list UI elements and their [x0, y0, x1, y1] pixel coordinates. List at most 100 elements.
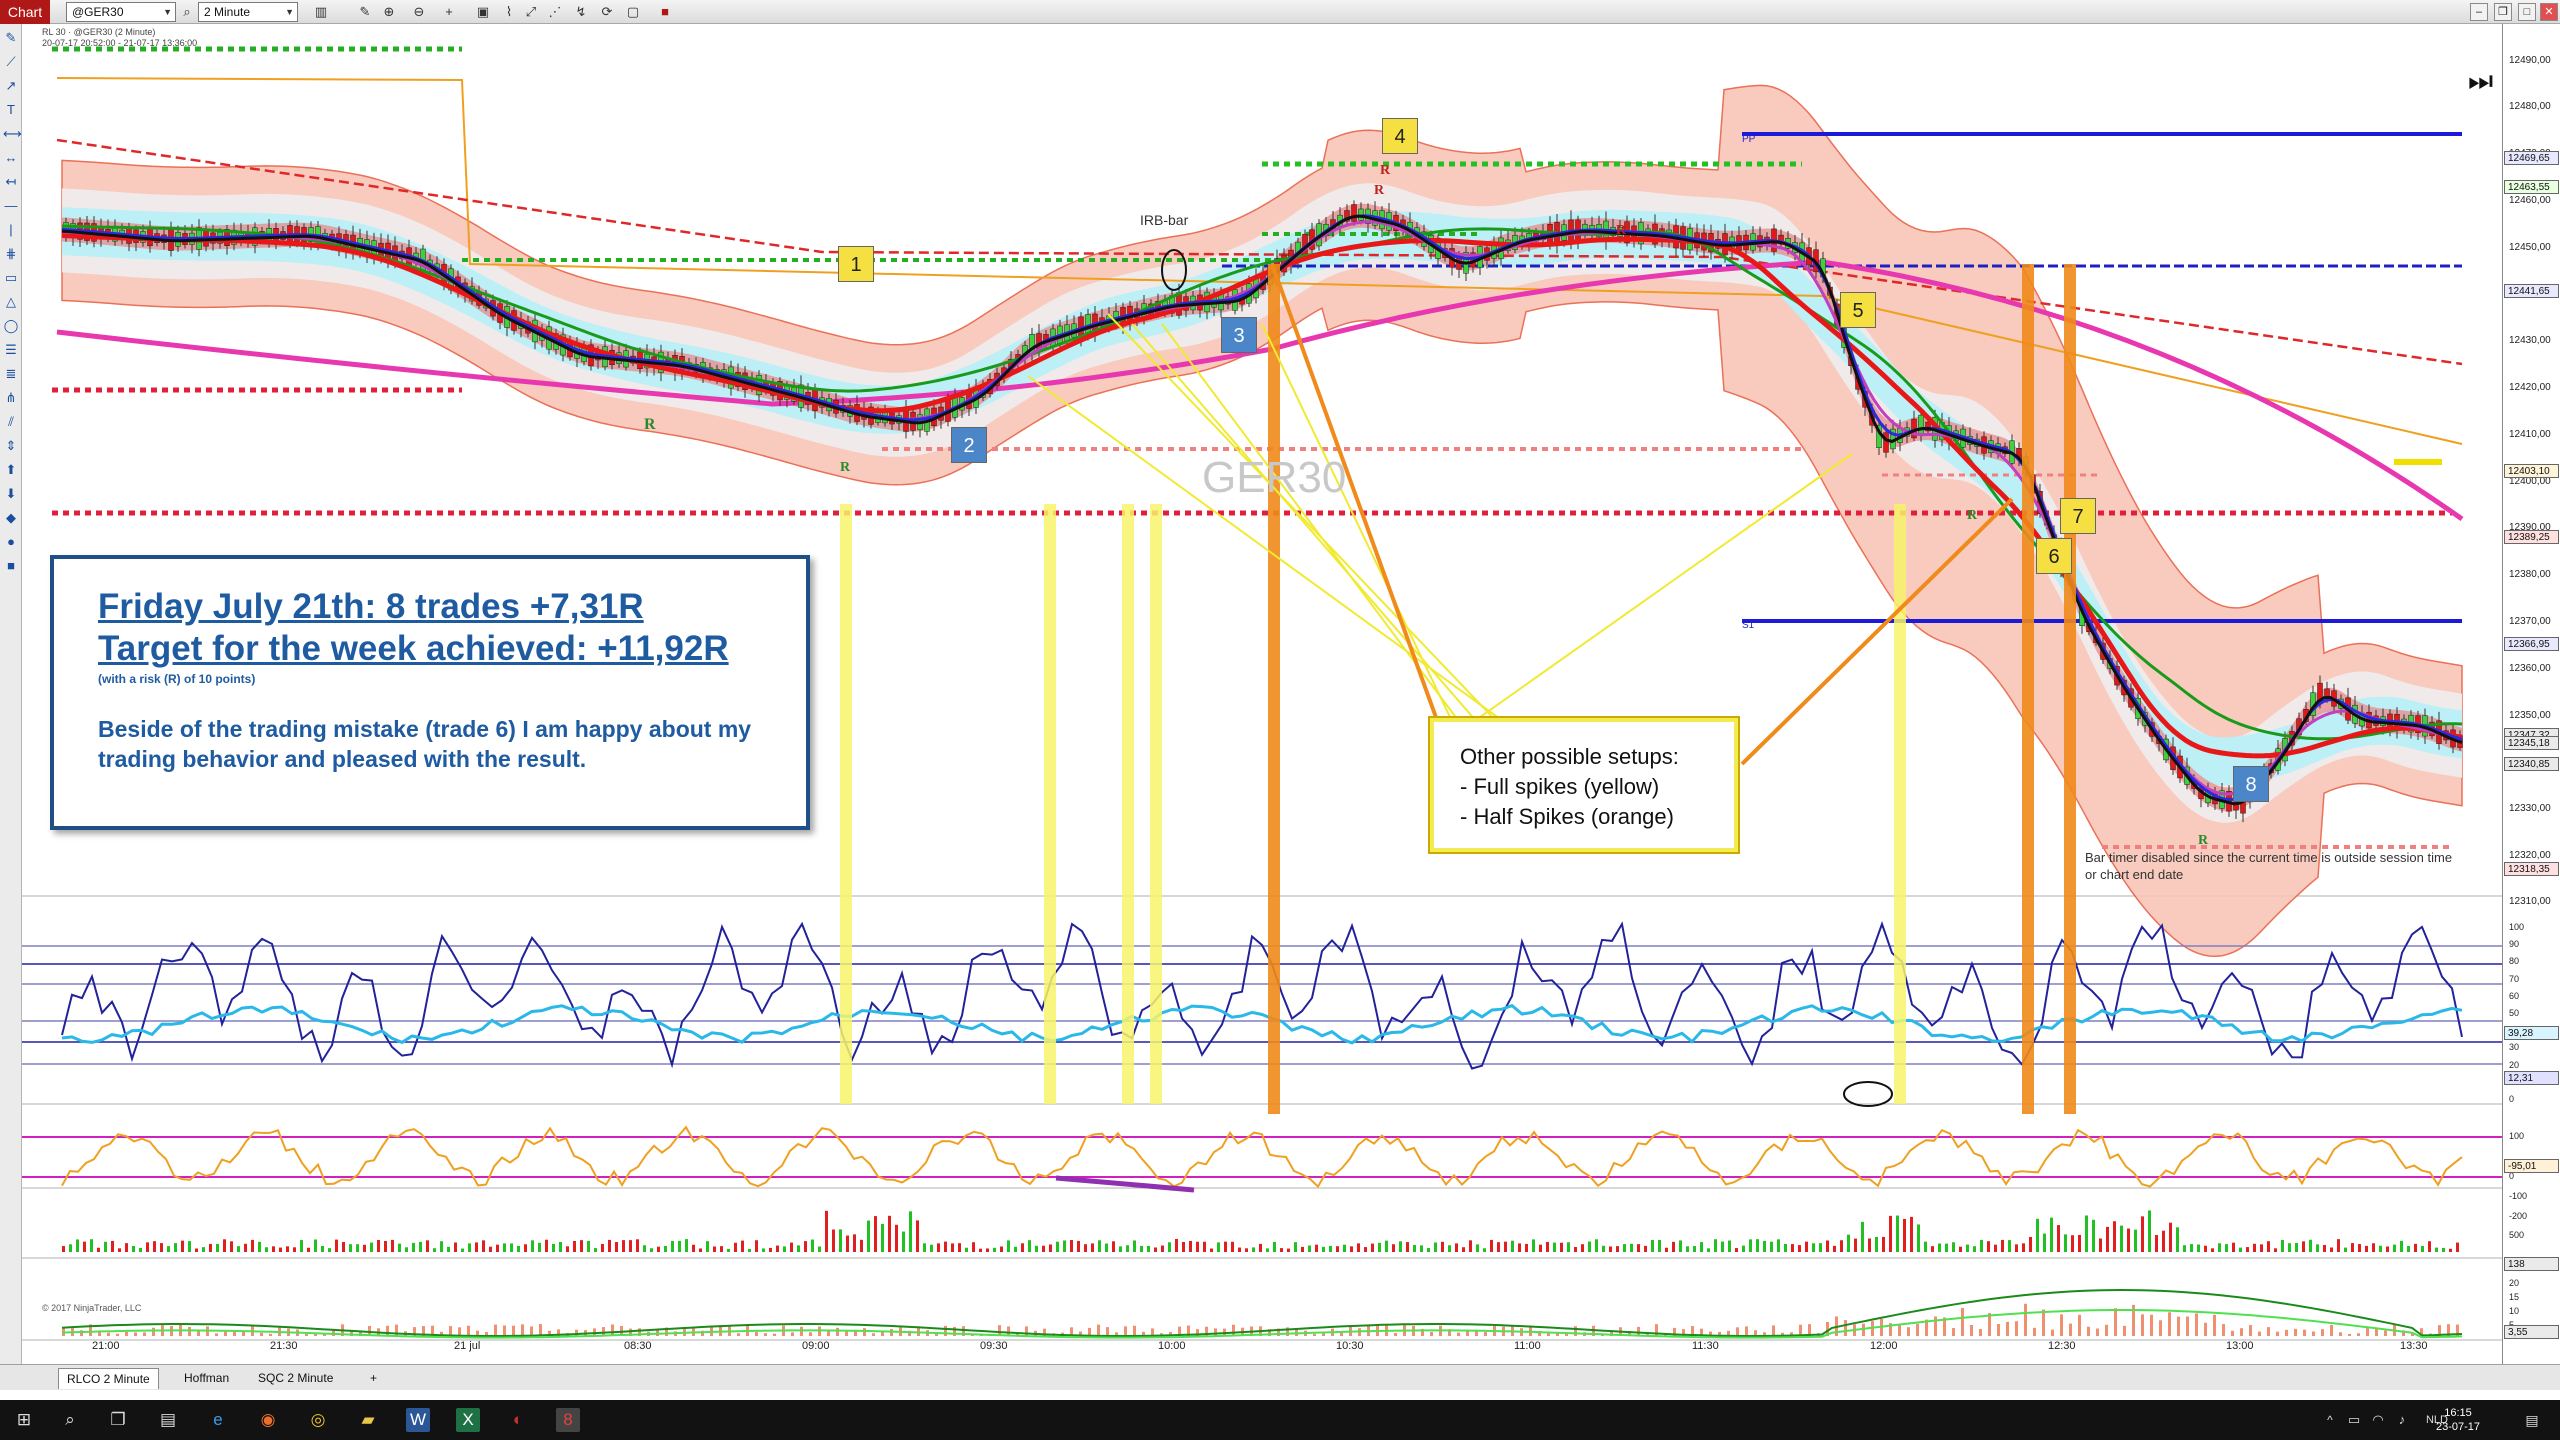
arrow-up-icon[interactable]: ⬆ [3, 462, 19, 478]
indicators-icon[interactable]: ⌇ [500, 3, 518, 21]
triangle-tool-icon[interactable]: △ [3, 294, 19, 310]
properties-icon[interactable]: ▣ [474, 3, 492, 21]
ninjatrader-icon[interactable]: 8 [556, 1408, 580, 1432]
ray-tool-icon[interactable]: ⟷ [3, 126, 22, 142]
close-button[interactable]: ✕ [2540, 3, 2558, 21]
volume2-bar [2276, 1331, 2279, 1336]
minimize-button[interactable]: – [2470, 3, 2488, 21]
ellipse-tool-icon[interactable]: ◯ [3, 318, 19, 334]
reload-icon[interactable]: ⟳ [598, 3, 616, 21]
zoom-in-icon[interactable]: ⊕ [380, 3, 398, 21]
instrument-selector[interactable]: @GER30 ▼ [66, 2, 176, 22]
volume-bar [1070, 1240, 1073, 1252]
arrow-tool-icon[interactable]: ↗ [3, 78, 19, 94]
volume-bar [2295, 1242, 2298, 1252]
edge-icon[interactable]: e [206, 1408, 230, 1432]
chevron-down-icon: ▼ [285, 7, 294, 17]
explorer-icon[interactable]: ▤ [156, 1408, 180, 1432]
tab-hoffman[interactable]: Hoffman [176, 1368, 237, 1389]
volume-bar [1196, 1241, 1199, 1252]
network-icon[interactable]: ▭ [2342, 1408, 2366, 1432]
task-view-icon[interactable]: ❐ [106, 1408, 130, 1432]
regression-channel-icon[interactable]: ⫽ [3, 414, 19, 430]
volume2-bar [1736, 1327, 1739, 1336]
zoom-out-icon[interactable]: ⊖ [410, 3, 428, 21]
time-tick: 12:30 [2048, 1340, 2076, 1352]
excel-icon[interactable]: X [456, 1408, 480, 1432]
volume-bar [1553, 1242, 1556, 1252]
wifi-icon[interactable]: ◠ [2366, 1408, 2390, 1432]
diamond-icon[interactable]: ◆ [3, 510, 19, 526]
ruler-tool-icon[interactable]: ⟋ [3, 54, 19, 70]
volume2-bar [935, 1333, 938, 1336]
horizontal-line-icon[interactable]: — [3, 198, 19, 214]
callout-line [1131, 323, 1523, 775]
timeframe-selector[interactable]: 2 Minute ▼ [198, 2, 298, 22]
volume-bar [2379, 1245, 2382, 1252]
volume2-bar [2312, 1331, 2315, 1336]
maximize-button[interactable]: □ [2518, 3, 2536, 21]
trend-channel-icon[interactable]: ⋕ [3, 246, 19, 262]
summary-headline: Friday July 21th: 8 trades +7,31R [98, 587, 644, 626]
volume-icon[interactable]: ♪ [2390, 1408, 2414, 1432]
price-level-box: 12366,95 [2504, 637, 2559, 651]
skip-to-end-icon[interactable]: ⏭ [2468, 64, 2493, 97]
oscillator-tick: 80 [2509, 956, 2520, 966]
pencil-tool-icon[interactable]: ✎ [3, 30, 19, 46]
arrow-down-icon[interactable]: ⬇ [3, 486, 19, 502]
volume2-bar [1484, 1332, 1487, 1336]
strategies-icon[interactable]: ⤢ [522, 3, 540, 21]
rectangle-tool-icon[interactable]: ▭ [3, 270, 19, 286]
add-tab-button[interactable]: + [362, 1368, 385, 1389]
square-icon[interactable]: ■ [3, 558, 19, 574]
volume2-bar [809, 1332, 812, 1336]
volume-bar [1147, 1245, 1150, 1252]
r-mark: R [2198, 833, 2209, 848]
app-icon[interactable]: ◐ [506, 1408, 530, 1432]
volume-bar [2085, 1215, 2088, 1252]
volume-bar [706, 1241, 709, 1252]
tab-rlco[interactable]: RLCO 2 Minute [58, 1368, 159, 1389]
restore-button[interactable]: ❐ [2494, 3, 2512, 21]
search-icon[interactable]: ⌕ [58, 1408, 82, 1432]
risk-reward-icon[interactable]: ⇕ [3, 438, 19, 454]
folder-icon[interactable]: ▰ [356, 1408, 380, 1432]
r-mark: R [644, 416, 656, 433]
dot-icon[interactable]: ● [3, 534, 19, 550]
word-icon[interactable]: W [406, 1408, 430, 1432]
volume-bar [2120, 1225, 2123, 1252]
record-icon[interactable]: ■ [656, 3, 674, 21]
price-axis[interactable]: 12490,0012480,0012470,0012460,0012450,00… [2502, 24, 2560, 1364]
crosshair-icon[interactable]: + [440, 3, 458, 21]
vertical-line-icon[interactable]: | [3, 222, 19, 238]
fib-retracement-icon[interactable]: ☰ [3, 342, 19, 358]
templates-icon[interactable]: ↯ [572, 3, 590, 21]
notification-icon[interactable]: ▤ [2520, 1408, 2544, 1432]
chart-menu-button[interactable]: Chart [0, 0, 50, 24]
chrome-icon[interactable]: ◎ [306, 1408, 330, 1432]
extended-line-icon[interactable]: ↔ [3, 150, 19, 166]
tab-sqc[interactable]: SQC 2 Minute [250, 1368, 341, 1389]
taskbar-clock[interactable]: 16:15 23-07-17 [2436, 1406, 2480, 1434]
volume-bar [2260, 1244, 2263, 1252]
volume-bar [923, 1243, 926, 1252]
volume-bar [342, 1242, 345, 1252]
volume2-bar [116, 1333, 119, 1336]
data-box-icon[interactable]: ▢ [624, 3, 642, 21]
volume2-bar [1457, 1332, 1460, 1336]
trade-label: 7 [2060, 498, 2096, 534]
gann-fan-icon[interactable]: ⋔ [3, 390, 19, 406]
pencil-icon[interactable]: ✎ [356, 3, 374, 21]
bar-style-icon[interactable]: ▥ [312, 3, 330, 21]
windows-start-icon[interactable]: ⊞ [12, 1408, 36, 1432]
text-tool-icon[interactable]: T [3, 102, 19, 118]
firefox-icon[interactable]: ◉ [256, 1408, 280, 1432]
fib-extension-icon[interactable]: ≣ [3, 366, 19, 382]
drawing-objects-icon[interactable]: ⋰ [546, 3, 564, 21]
search-icon[interactable]: ⌕ [178, 3, 196, 21]
line-tool-icon[interactable]: ↤ [3, 174, 19, 190]
chevron-up-icon[interactable]: ^ [2318, 1408, 2342, 1432]
volume2-bar [1133, 1325, 1136, 1336]
price-tick: 12350,00 [2509, 710, 2551, 721]
full-spike-marker [1122, 504, 1134, 1104]
